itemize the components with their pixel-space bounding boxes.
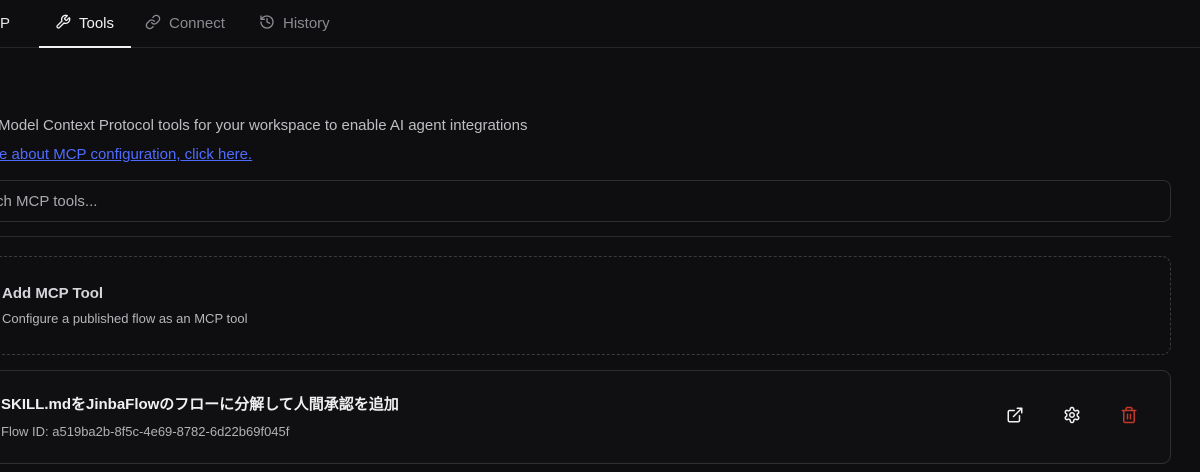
search-input[interactable] xyxy=(0,192,1170,210)
open-flow-button[interactable] xyxy=(1003,405,1027,429)
link-icon xyxy=(145,14,161,34)
page: P Tools Connect History Model Context Pr… xyxy=(0,0,1200,472)
wrench-icon xyxy=(55,14,71,34)
mcp-tool-card: SKILL.mdをJinbaFlowのフローに分解して人間承認を追加 Flow … xyxy=(0,370,1171,464)
page-description: Model Context Protocol tools for your wo… xyxy=(0,117,528,134)
search-box[interactable] xyxy=(0,180,1171,222)
mcp-tool-flow-id: Flow ID: a519ba2b-8f5c-4e69-8782-6d22b69… xyxy=(1,424,290,439)
tab-history-label: History xyxy=(283,15,330,32)
tab-clipped-label: P xyxy=(0,15,11,32)
settings-button[interactable] xyxy=(1060,405,1084,429)
tab-tools-label: Tools xyxy=(79,15,115,32)
trash-icon xyxy=(1120,406,1138,429)
mcp-tool-title: SKILL.mdをJinbaFlowのフローに分解して人間承認を追加 xyxy=(1,396,399,413)
history-icon xyxy=(259,14,275,34)
gear-icon xyxy=(1063,406,1081,429)
external-link-icon xyxy=(1006,406,1024,429)
tab-history[interactable]: History xyxy=(259,0,330,47)
tab-tools[interactable]: Tools xyxy=(39,0,131,48)
tab-bar: P Tools Connect History xyxy=(0,0,1200,48)
divider xyxy=(0,236,1171,237)
mcp-config-link[interactable]: re about MCP configuration, click here. xyxy=(0,146,252,163)
tab-clipped[interactable]: P xyxy=(0,0,10,47)
delete-button[interactable] xyxy=(1117,405,1141,429)
add-mcp-tool-card[interactable]: Add MCP Tool Configure a published flow … xyxy=(0,256,1171,355)
add-mcp-tool-subtitle: Configure a published flow as an MCP too… xyxy=(2,311,248,326)
add-mcp-tool-title: Add MCP Tool xyxy=(2,285,104,302)
tab-connect-label: Connect xyxy=(169,15,225,32)
tab-connect[interactable]: Connect xyxy=(145,0,225,47)
